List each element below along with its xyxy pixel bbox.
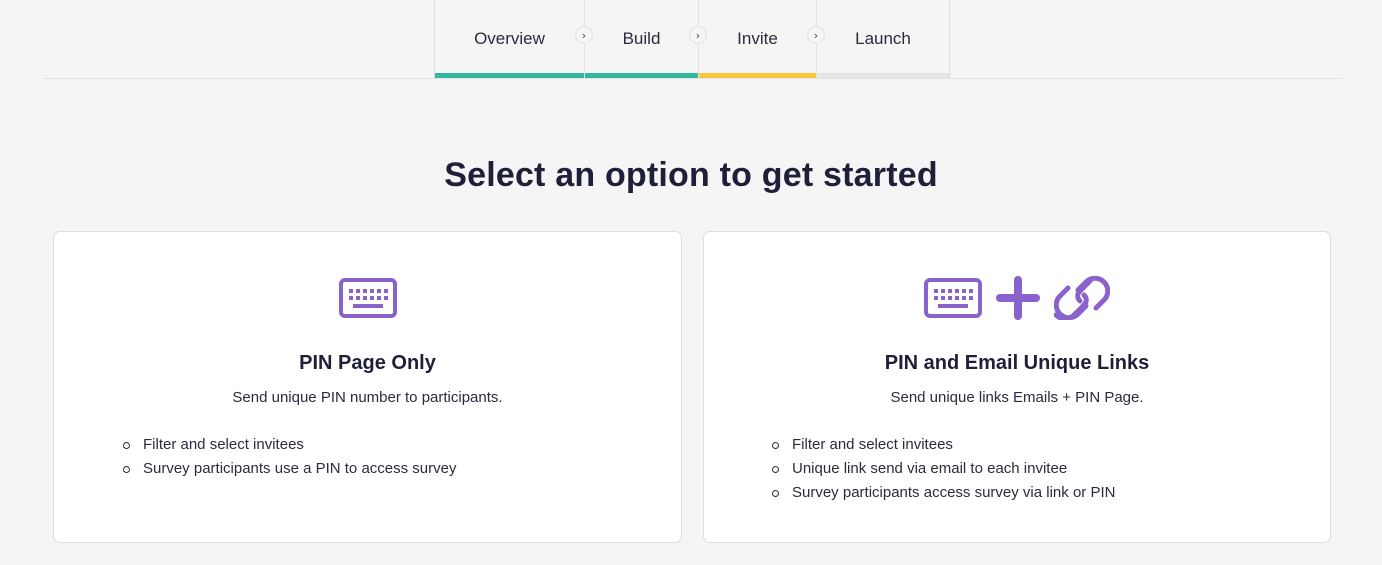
list-item: Survey participants use a PIN to access … xyxy=(123,457,456,481)
option-icons xyxy=(54,276,681,324)
chevron-right-icon: › xyxy=(807,26,825,44)
keyboard-icon xyxy=(338,277,397,323)
list-item: Filter and select invitees xyxy=(772,433,1115,457)
option-icons xyxy=(704,274,1330,327)
step-label: Launch xyxy=(855,29,911,48)
step-progress-bar xyxy=(435,73,584,78)
step-progress-bar xyxy=(585,73,698,78)
progress-stepper-bar: Overview › Build › Invite › Launch xyxy=(43,0,1342,79)
step-progress-bar xyxy=(817,73,949,78)
option-feature-list: Filter and select invitees Unique link s… xyxy=(772,433,1115,505)
list-item: Filter and select invitees xyxy=(123,433,456,457)
option-feature-list: Filter and select invitees Survey partic… xyxy=(123,433,456,481)
step-overview[interactable]: Overview › xyxy=(435,0,593,78)
list-item: Unique link send via email to each invit… xyxy=(772,457,1115,481)
option-title: PIN Page Only xyxy=(299,352,436,374)
step-invite[interactable]: Invite › xyxy=(699,0,825,78)
chevron-right-icon: › xyxy=(575,26,593,44)
keyboard-icon xyxy=(924,277,982,323)
step-label: Invite xyxy=(737,29,778,48)
option-description: Send unique PIN number to participants. xyxy=(232,389,503,406)
option-description: Send unique links Emails + PIN Page. xyxy=(890,389,1144,406)
chevron-right-icon: › xyxy=(689,26,707,44)
list-item: Survey participants access survey via li… xyxy=(772,481,1115,505)
link-icon xyxy=(1053,275,1111,325)
step-label: Build xyxy=(622,29,661,48)
step-label: Overview xyxy=(474,29,545,48)
progress-stepper: Overview › Build › Invite › Launch xyxy=(434,0,950,78)
plus-icon xyxy=(994,274,1042,327)
page-title: Select an option to get started xyxy=(444,156,938,194)
step-build[interactable]: Build › xyxy=(585,0,707,78)
option-title: PIN and Email Unique Links xyxy=(884,352,1150,374)
step-launch[interactable]: Launch xyxy=(817,0,949,78)
option-card-pin-and-email-links[interactable]: PIN and Email Unique Links Send unique l… xyxy=(703,231,1331,543)
option-card-pin-page-only[interactable]: PIN Page Only Send unique PIN number to … xyxy=(53,231,682,543)
step-progress-bar xyxy=(699,73,816,78)
